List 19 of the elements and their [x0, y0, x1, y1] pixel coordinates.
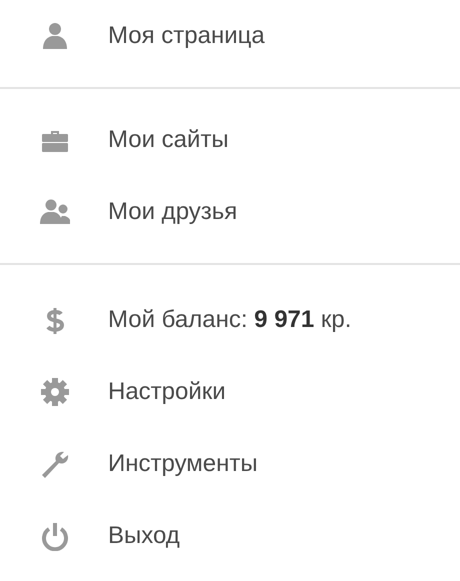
menu-label: Настройки: [108, 378, 226, 406]
menu-item[interactable]: Мой баланс: 9 971 кр.: [0, 284, 460, 356]
menu-label: Инструменты: [108, 450, 258, 478]
menu-label: Мои друзья: [108, 198, 238, 226]
menu-item[interactable]: Инструменты: [0, 428, 460, 500]
gear-icon: [40, 377, 70, 407]
menu-label: Моя страница: [108, 22, 265, 50]
people-icon: [40, 197, 70, 227]
power-icon: [40, 521, 70, 551]
menu-label: Мой баланс: 9 971 кр.: [108, 306, 352, 334]
menu-label: Мои сайты: [108, 126, 229, 154]
menu-item[interactable]: Настройки: [0, 356, 460, 428]
menu-item[interactable]: Выход: [0, 500, 460, 572]
person-icon: [40, 21, 70, 51]
menu-item[interactable]: Мои друзья: [0, 176, 460, 248]
menu-item[interactable]: Моя страница: [0, 0, 460, 72]
wrench-icon: [40, 449, 70, 479]
menu-item[interactable]: Мои сайты: [0, 104, 460, 176]
menu-label: Выход: [108, 522, 180, 550]
